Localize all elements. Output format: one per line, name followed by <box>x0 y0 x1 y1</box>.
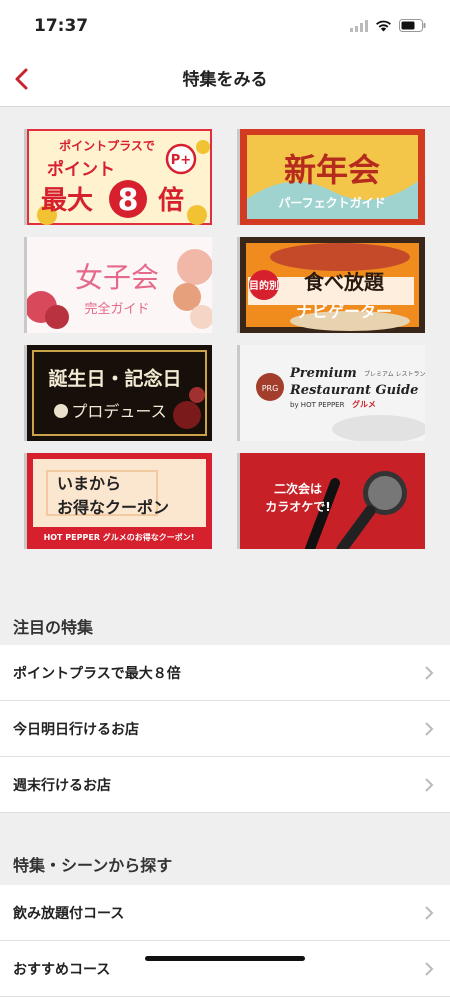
banner-premium-title2: Restaurant Guide <box>289 383 418 398</box>
banner-premium-title1: Premium <box>289 366 357 381</box>
chevron-right-icon <box>425 778 434 792</box>
banner-girls-party[interactable]: 女子会 完全ガイド <box>27 237 212 333</box>
chevron-right-icon <box>425 666 434 680</box>
home-indicator[interactable] <box>145 956 305 961</box>
list-item-scene[interactable]: 飲み放題付コース <box>0 885 450 941</box>
list-item-featured[interactable]: 今日明日行けるお店 <box>0 701 450 757</box>
banner-point-line2: ポイント <box>47 159 115 180</box>
banner-birthday-sub: プロデュース <box>71 402 166 421</box>
chevron-right-icon <box>425 722 434 736</box>
banner-coupon[interactable]: いまから お得なクーポン HOT PEPPER グルメのお得なクーポン! <box>27 453 212 549</box>
status-icons <box>350 19 426 32</box>
list-item-featured[interactable]: ポイントプラスで最大８倍 <box>0 645 450 701</box>
nav-bar: 特集をみる <box>0 54 450 107</box>
list-item-featured[interactable]: 週末行けるお店 <box>0 757 450 813</box>
back-chevron-icon[interactable] <box>8 63 40 95</box>
banner-eat-title: 食べ放題 <box>304 270 385 294</box>
banner-new-year-party[interactable]: 新年会 パーフェクトガイド <box>240 129 425 225</box>
banner-karaoke[interactable]: 二次会は カラオケで! <box>240 453 425 549</box>
svg-text:PRG: PRG <box>262 384 279 393</box>
banner-coupon-line2: お得なクーポン <box>57 498 169 517</box>
featured-heading: 注目の特集 <box>13 618 94 637</box>
banner-birthday-title: 誕生日・記念日 <box>48 367 181 390</box>
banner-premium-guide[interactable]: PRG Premium プレミアム レストラン ガイド Restaurant G… <box>240 345 425 441</box>
banner-karaoke-line1: 二次会は <box>274 481 322 496</box>
banner-point-badge: P+ <box>171 153 191 168</box>
banner-premium-brand: グルメ <box>352 399 376 409</box>
banner-all-you-can-eat[interactable]: 目的別 食べ放題 ナビゲーター <box>240 237 425 333</box>
list-item-label: 飲み放題付コース <box>13 906 125 922</box>
status-bar: 17:37 <box>0 0 450 54</box>
signal-icon <box>350 19 368 32</box>
banner-point-num: 8 <box>118 183 139 218</box>
list-item-label: ポイントプラスで最大８倍 <box>13 666 181 682</box>
banner-eat-sub: ナビゲーター <box>296 302 392 321</box>
battery-icon <box>399 19 426 32</box>
banner-girls-title: 女子会 <box>75 261 159 294</box>
banner-eat-tag: 目的別 <box>249 279 279 292</box>
banner-newyear-sub: パーフェクトガイド <box>278 195 385 210</box>
list-item-label: 週末行けるお店 <box>13 778 111 794</box>
wifi-icon <box>376 20 391 31</box>
banner-premium-by: by HOT PEPPER <box>290 401 345 409</box>
page-title: 特集をみる <box>182 70 268 90</box>
banner-point-unit: 倍 <box>158 185 184 216</box>
chevron-right-icon <box>425 962 434 976</box>
banner-coupon-line1: いまから <box>57 474 121 493</box>
banner-grid: ポイントプラスで ポイント 最大 8 倍 P+ 新年会 パーフェクトガイド 女子… <box>0 107 450 567</box>
banner-birthday[interactable]: 誕生日・記念日 プロデュース <box>27 345 212 441</box>
status-time: 17:37 <box>34 16 89 36</box>
chevron-right-icon <box>425 906 434 920</box>
banner-newyear-title: 新年会 <box>284 151 380 189</box>
banner-point-plus[interactable]: ポイントプラスで ポイント 最大 8 倍 P+ <box>27 129 212 225</box>
list-item-label: 今日明日行けるお店 <box>13 722 139 738</box>
list-item-scene[interactable]: おすすめコース <box>0 941 450 997</box>
scenes-heading: 特集・シーンから探す <box>13 856 173 875</box>
banner-coupon-footer: HOT PEPPER グルメのお得なクーポン! <box>44 532 195 542</box>
banner-point-line3: 最大 <box>41 186 93 216</box>
banner-girls-sub: 完全ガイド <box>84 301 149 317</box>
banner-premium-jp: プレミアム レストラン ガイド <box>364 370 425 378</box>
banner-karaoke-line2: カラオケで! <box>265 500 330 514</box>
banner-point-line1: ポイントプラスで <box>59 138 155 153</box>
list-item-label: おすすめコース <box>13 962 111 978</box>
